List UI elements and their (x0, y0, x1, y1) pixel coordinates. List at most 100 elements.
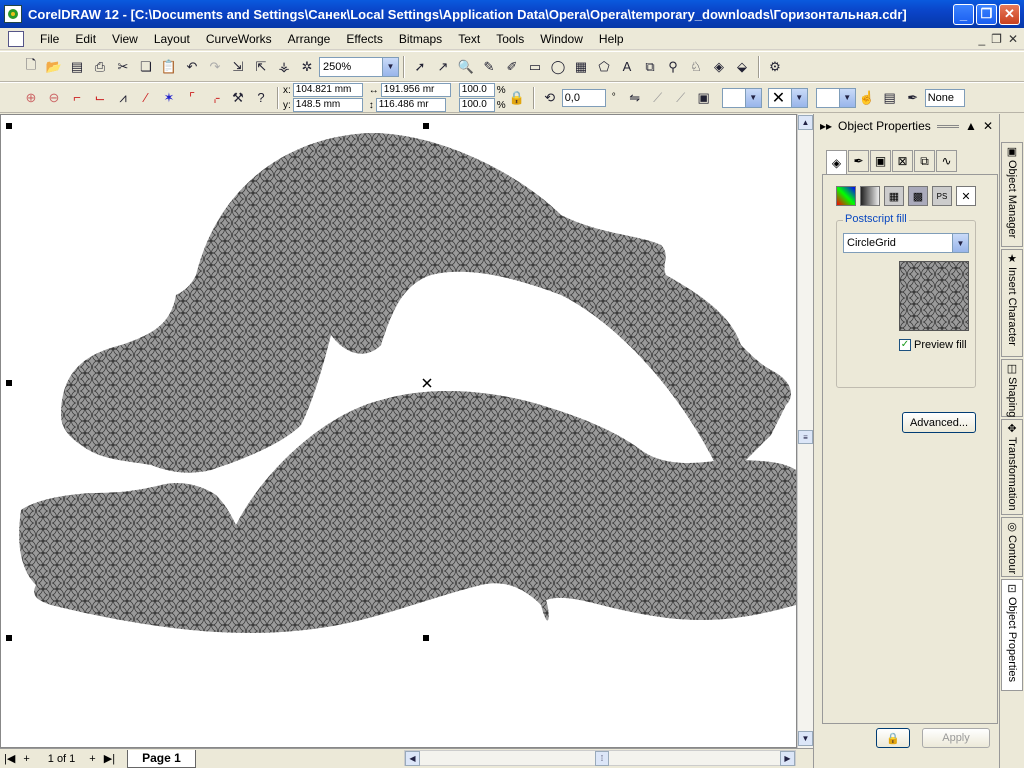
close-button[interactable]: ✕ (999, 3, 1020, 25)
scale-x-field[interactable]: 100.0 (458, 83, 495, 97)
shape-tool-icon[interactable]: ↗ (432, 56, 454, 78)
scroll-thumb[interactable]: ≡ (798, 430, 813, 444)
save-icon[interactable]: ▤ (66, 56, 88, 78)
zoom-tool-icon[interactable]: 🔍 (455, 56, 477, 78)
convert-curves-icon[interactable]: ▣ (693, 87, 715, 109)
chevron-down-icon[interactable]: ▼ (952, 234, 968, 252)
line-end-combo[interactable]: ▼ (815, 87, 856, 108)
pattern-fill-icon[interactable]: ▦ (884, 186, 904, 206)
mirror-icon[interactable]: ⇋ (624, 87, 646, 109)
text-wrap-icon[interactable]: ▤ (879, 87, 901, 109)
tab-object-manager[interactable]: ▣ Object Manager (1001, 142, 1023, 247)
interactive-blend-icon[interactable]: ⧉ (639, 56, 661, 78)
center-marker-icon[interactable] (422, 378, 432, 388)
export-icon[interactable]: ⇱ (250, 56, 272, 78)
scroll-right-icon[interactable]: ▶ (780, 751, 795, 766)
trim-icon[interactable]: ⊖ (43, 87, 65, 109)
menu-view[interactable]: View (104, 28, 146, 50)
height-field[interactable]: 116.486 mr (375, 98, 446, 112)
menu-tools[interactable]: Tools (488, 28, 532, 50)
general-tab-icon[interactable]: ▣ (870, 150, 891, 172)
outline-pen-icon[interactable]: ✒ (902, 87, 924, 109)
open-icon[interactable]: 📂 (43, 56, 65, 78)
curve-tab-icon[interactable]: ∿ (936, 150, 957, 172)
scroll-left-icon[interactable]: ◀ (405, 751, 420, 766)
lock-button[interactable]: 🔒 (876, 728, 910, 748)
selection-handle[interactable] (423, 123, 429, 129)
rotation-field[interactable]: 0,0 (561, 88, 606, 107)
restore-button[interactable]: ❐ (976, 3, 997, 25)
menu-text[interactable]: Text (450, 28, 488, 50)
application-launcher-icon[interactable]: ⚶ (273, 56, 295, 78)
chevron-down-icon[interactable]: ▼ (790, 88, 807, 107)
star-icon[interactable]: ✶ (158, 87, 180, 109)
selection-handle[interactable] (6, 380, 12, 386)
last-page-icon[interactable]: ▶| (104, 752, 115, 765)
docker-up-icon[interactable]: ▲ (965, 119, 977, 133)
hscroll-thumb[interactable]: ⁞ (595, 751, 609, 766)
tab-contour[interactable]: ◎ Contour (1001, 517, 1023, 577)
freehand-tool-icon[interactable]: ✎ (478, 56, 500, 78)
selection-handle[interactable] (6, 635, 12, 641)
tab-transformation[interactable]: ✥ Transformation (1001, 419, 1023, 515)
postscript-fill-icon[interactable]: PS (932, 186, 952, 206)
rotate-icon[interactable]: ⟲ (539, 87, 561, 109)
doc-minimize-icon[interactable]: _ (978, 32, 985, 46)
lock-ratio-icon[interactable]: 🔒 (506, 87, 528, 109)
fill-tab-icon[interactable]: ◈ (826, 150, 847, 174)
doc-close-icon[interactable]: ✕ (1008, 32, 1018, 46)
horizontal-scrollbar[interactable]: ◀ ⁞ ▶ (404, 750, 796, 766)
uniform-fill-icon[interactable] (836, 186, 856, 206)
undo-icon[interactable]: ↶ (181, 56, 203, 78)
menu-curveworks[interactable]: CurveWorks (198, 28, 280, 50)
copy-icon[interactable]: ❏ (135, 56, 157, 78)
menu-layout[interactable]: Layout (146, 28, 198, 50)
scroll-down-icon[interactable]: ▼ (798, 731, 813, 746)
menu-edit[interactable]: Edit (67, 28, 104, 50)
drawing-canvas[interactable] (0, 114, 797, 748)
docker-grip[interactable] (936, 124, 960, 128)
basic-shapes-icon[interactable]: ⬠ (593, 56, 615, 78)
outline-tab-icon[interactable]: ✒ (848, 150, 869, 172)
docker-collapse-icon[interactable]: ▸▸ (820, 119, 832, 133)
corel-online-icon[interactable]: ✲ (296, 56, 318, 78)
advanced-button[interactable]: Advanced... (902, 412, 976, 433)
tab-shaping[interactable]: ◫ Shaping (1001, 359, 1023, 417)
cut-icon[interactable]: ✂ (112, 56, 134, 78)
help-icon[interactable]: ? (250, 87, 272, 109)
texture-fill-icon[interactable]: ▩ (908, 186, 928, 206)
break-apart-icon[interactable]: ⟋ (670, 87, 692, 109)
no-fill-icon[interactable]: ✕ (956, 186, 976, 206)
detail-tab-icon[interactable]: ⊠ (892, 150, 913, 172)
internet-tab-icon[interactable]: ⧉ (914, 150, 935, 172)
vertical-scrollbar[interactable]: ▲ ≡ ▼ (797, 114, 813, 748)
scroll-up-icon[interactable]: ▲ (798, 115, 813, 130)
combine-icon[interactable]: ⟋ (647, 87, 669, 109)
pick-tool-icon[interactable]: ➚ (409, 56, 431, 78)
corner-icon[interactable]: ⌜ (181, 87, 203, 109)
x-position-field[interactable]: 104.821 mm (292, 83, 363, 97)
fill-tool-icon[interactable]: ◈ (708, 56, 730, 78)
import-icon[interactable]: ⇲ (227, 56, 249, 78)
chamfer-icon[interactable]: ⩘ (112, 87, 134, 109)
selection-handle[interactable] (423, 635, 429, 641)
add-page-after-icon[interactable]: + (89, 753, 95, 765)
scallop-icon[interactable]: ⌙ (89, 87, 111, 109)
fountain-fill-icon[interactable] (860, 186, 880, 206)
brush-icon[interactable]: ⁄ (135, 87, 157, 109)
weld-icon[interactable]: ⊕ (20, 87, 42, 109)
selection-handle[interactable] (6, 123, 12, 129)
checkbox-check-icon[interactable]: ✓ (899, 339, 911, 351)
new-document-icon[interactable]: 🗋 (20, 56, 42, 78)
y-position-field[interactable]: 148.5 mm (292, 98, 363, 112)
outline-style-combo[interactable]: ✕ ▼ (767, 87, 808, 108)
wrap-text-icon[interactable]: ☝ (856, 87, 878, 109)
menu-effects[interactable]: Effects (338, 28, 390, 50)
scale-y-field[interactable]: 100.0 (458, 98, 495, 112)
eyedropper-icon[interactable]: ⚲ (662, 56, 684, 78)
interactive-fill-icon[interactable]: ⬙ (731, 56, 753, 78)
curveworks-icon[interactable]: ⚒ (227, 87, 249, 109)
menu-bitmaps[interactable]: Bitmaps (391, 28, 450, 50)
fill-name-select[interactable]: CircleGrid ▼ (843, 233, 969, 253)
first-page-icon[interactable]: |◀ (4, 752, 15, 765)
